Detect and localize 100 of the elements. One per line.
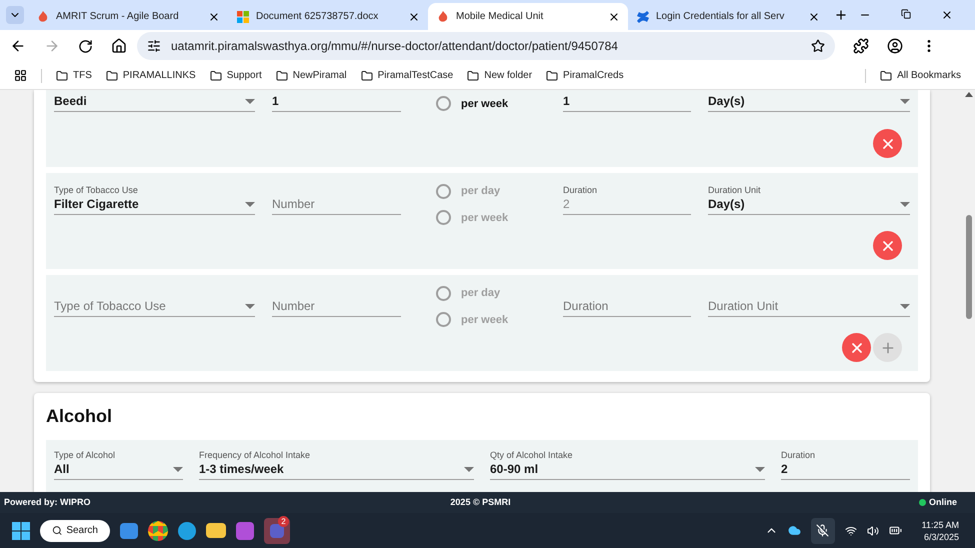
- close-icon[interactable]: [808, 10, 820, 22]
- back-icon[interactable]: [10, 38, 26, 54]
- dropdown-caret-icon: [900, 304, 910, 308]
- notification-badge: 2: [278, 516, 289, 526]
- dropdown-caret-icon: [173, 466, 183, 472]
- close-icon[interactable]: [608, 10, 620, 22]
- field-placeholder: Type of Tobacco Use: [54, 298, 166, 314]
- field-label: Frequency of Alcohol Intake: [199, 450, 312, 461]
- dropdown-caret-icon: [900, 98, 910, 104]
- field-label: Type of Tobacco Use: [54, 185, 139, 196]
- volume-icon[interactable]: [866, 524, 879, 536]
- field-placeholder: Number: [272, 196, 315, 212]
- browser-tab[interactable]: Mobile Medical Unit: [428, 3, 628, 30]
- footer-text: 2025 © PSMRI: [449, 496, 512, 509]
- radio-label: per week: [461, 312, 508, 328]
- folder-icon: [880, 70, 892, 82]
- bookmark-link[interactable]: NewPiramal: [276, 68, 347, 83]
- reload-icon[interactable]: [78, 38, 93, 54]
- select-field[interactable]: Beedi: [54, 90, 255, 112]
- select-field[interactable]: Frequency of Alcohol Intake 1-3 times/week: [199, 442, 474, 480]
- close-icon[interactable]: [941, 9, 953, 21]
- tab-search-button[interactable]: [6, 6, 24, 24]
- profile-icon[interactable]: [887, 38, 903, 54]
- teams-app-icon[interactable]: 2: [264, 518, 290, 544]
- footer-text: Powered by: WIPRO: [4, 496, 92, 509]
- browser-tab[interactable]: Document 625738757.docx: [228, 3, 428, 30]
- cloud-icon[interactable]: [788, 524, 801, 537]
- folder-icon: [106, 70, 118, 82]
- dropdown-caret-icon: [464, 466, 474, 472]
- radio-button[interactable]: [436, 96, 451, 112]
- field-label: Qty of Alcohol Intake: [490, 450, 574, 461]
- dropdown-caret-icon: [900, 202, 910, 206]
- wifi-icon[interactable]: [844, 524, 857, 536]
- radio-label: per week: [461, 210, 508, 226]
- scroll-up-icon[interactable]: [965, 92, 973, 97]
- field-placeholder: Duration: [563, 298, 608, 314]
- tab-title: AMRIT Scrum - Agile Board: [56, 10, 180, 24]
- field-label: Duration Unit: [708, 185, 762, 196]
- clock-date: 6/3/2025: [924, 530, 959, 542]
- field-value: 60-90 ml: [490, 461, 538, 477]
- bookmark-link[interactable]: All Bookmarks: [880, 68, 961, 83]
- address-bar[interactable]: uatamrit.piramalswasthya.org/mmu/#/nurse-doctor/attendant/doctor/patient/9450784: [137, 32, 835, 60]
- select-field[interactable]: Type of Alcohol All: [54, 442, 183, 480]
- browser-tab[interactable]: AMRIT Scrum - Agile Board: [28, 3, 228, 30]
- plus-icon: [880, 340, 896, 356]
- bookmark-link[interactable]: New folder: [467, 68, 532, 83]
- clock-time: 11:25 AM: [922, 518, 959, 530]
- field-placeholder: Duration Unit: [708, 298, 778, 314]
- field-value: Filter Cigarette: [54, 196, 139, 212]
- select-field[interactable]: 1: [563, 90, 691, 112]
- field-value: 2: [781, 461, 788, 477]
- field-value: 1: [272, 93, 279, 109]
- search-box[interactable]: Search: [40, 520, 110, 542]
- select-field[interactable]: Duration 2: [781, 442, 910, 480]
- field-label: Type of Alcohol: [54, 450, 116, 461]
- section-title: Alcohol: [46, 405, 113, 428]
- mic-off-icon: [816, 524, 830, 537]
- tab-title: Mobile Medical Unit: [456, 10, 544, 24]
- bookmark-link[interactable]: PiramalTestCase: [360, 68, 454, 83]
- search-icon: [52, 525, 62, 536]
- new-tab-icon[interactable]: [834, 8, 848, 22]
- dropdown-caret-icon: [245, 202, 255, 206]
- bookmark-link[interactable]: Support: [210, 68, 262, 83]
- bookmark-link[interactable]: TFS: [56, 68, 92, 83]
- four-squares-logo-icon: [236, 10, 250, 24]
- site-settings-icon: [147, 39, 161, 53]
- field-value: Day(s): [708, 93, 745, 109]
- field-value: 2: [563, 196, 570, 212]
- field-value: 1: [563, 93, 570, 109]
- dropdown-caret-icon: [245, 98, 255, 104]
- field-value: Beedi: [54, 93, 87, 109]
- mic-muted-button[interactable]: [810, 518, 835, 544]
- folder-icon: [467, 70, 480, 82]
- folder-icon: [360, 70, 373, 82]
- select-field[interactable]: 1: [272, 90, 401, 112]
- bookmark-star-icon[interactable]: [811, 39, 825, 53]
- url-text: uatamrit.piramalswasthya.org/mmu/#/nurse-doctor/attendant/doctor/patient/9450784: [171, 38, 619, 55]
- bookmark-link[interactable]: PIRAMALLINKS: [106, 68, 196, 83]
- field-label: Duration: [781, 450, 816, 461]
- browser-tab[interactable]: Login Credentials for all Serv: [628, 3, 828, 30]
- apps-grid-icon[interactable]: [14, 69, 27, 82]
- field-value: All: [54, 461, 70, 477]
- field-placeholder: Number: [272, 298, 315, 314]
- dropdown-caret-icon: [755, 466, 765, 472]
- select-field[interactable]: Qty of Alcohol Intake 60-90 ml: [490, 442, 765, 480]
- extensions-icon[interactable]: [853, 38, 869, 54]
- radio-label: per week: [461, 96, 508, 112]
- restore-icon[interactable]: [901, 9, 911, 19]
- remove-button[interactable]: [873, 129, 902, 158]
- close-icon[interactable]: [208, 10, 220, 22]
- field-value: 1-3 times/week: [199, 461, 284, 477]
- start-logo-icon[interactable]: [12, 522, 30, 540]
- field-label: Duration: [563, 185, 598, 196]
- close-icon[interactable]: [408, 10, 420, 22]
- bookmark-link[interactable]: PiramalCreds: [546, 68, 624, 83]
- folder-icon: [210, 70, 222, 82]
- select-field[interactable]: Day(s): [708, 90, 910, 112]
- home-icon[interactable]: [111, 38, 127, 54]
- battery-icon[interactable]: [888, 524, 902, 537]
- scroll-thumb[interactable]: [966, 215, 972, 319]
